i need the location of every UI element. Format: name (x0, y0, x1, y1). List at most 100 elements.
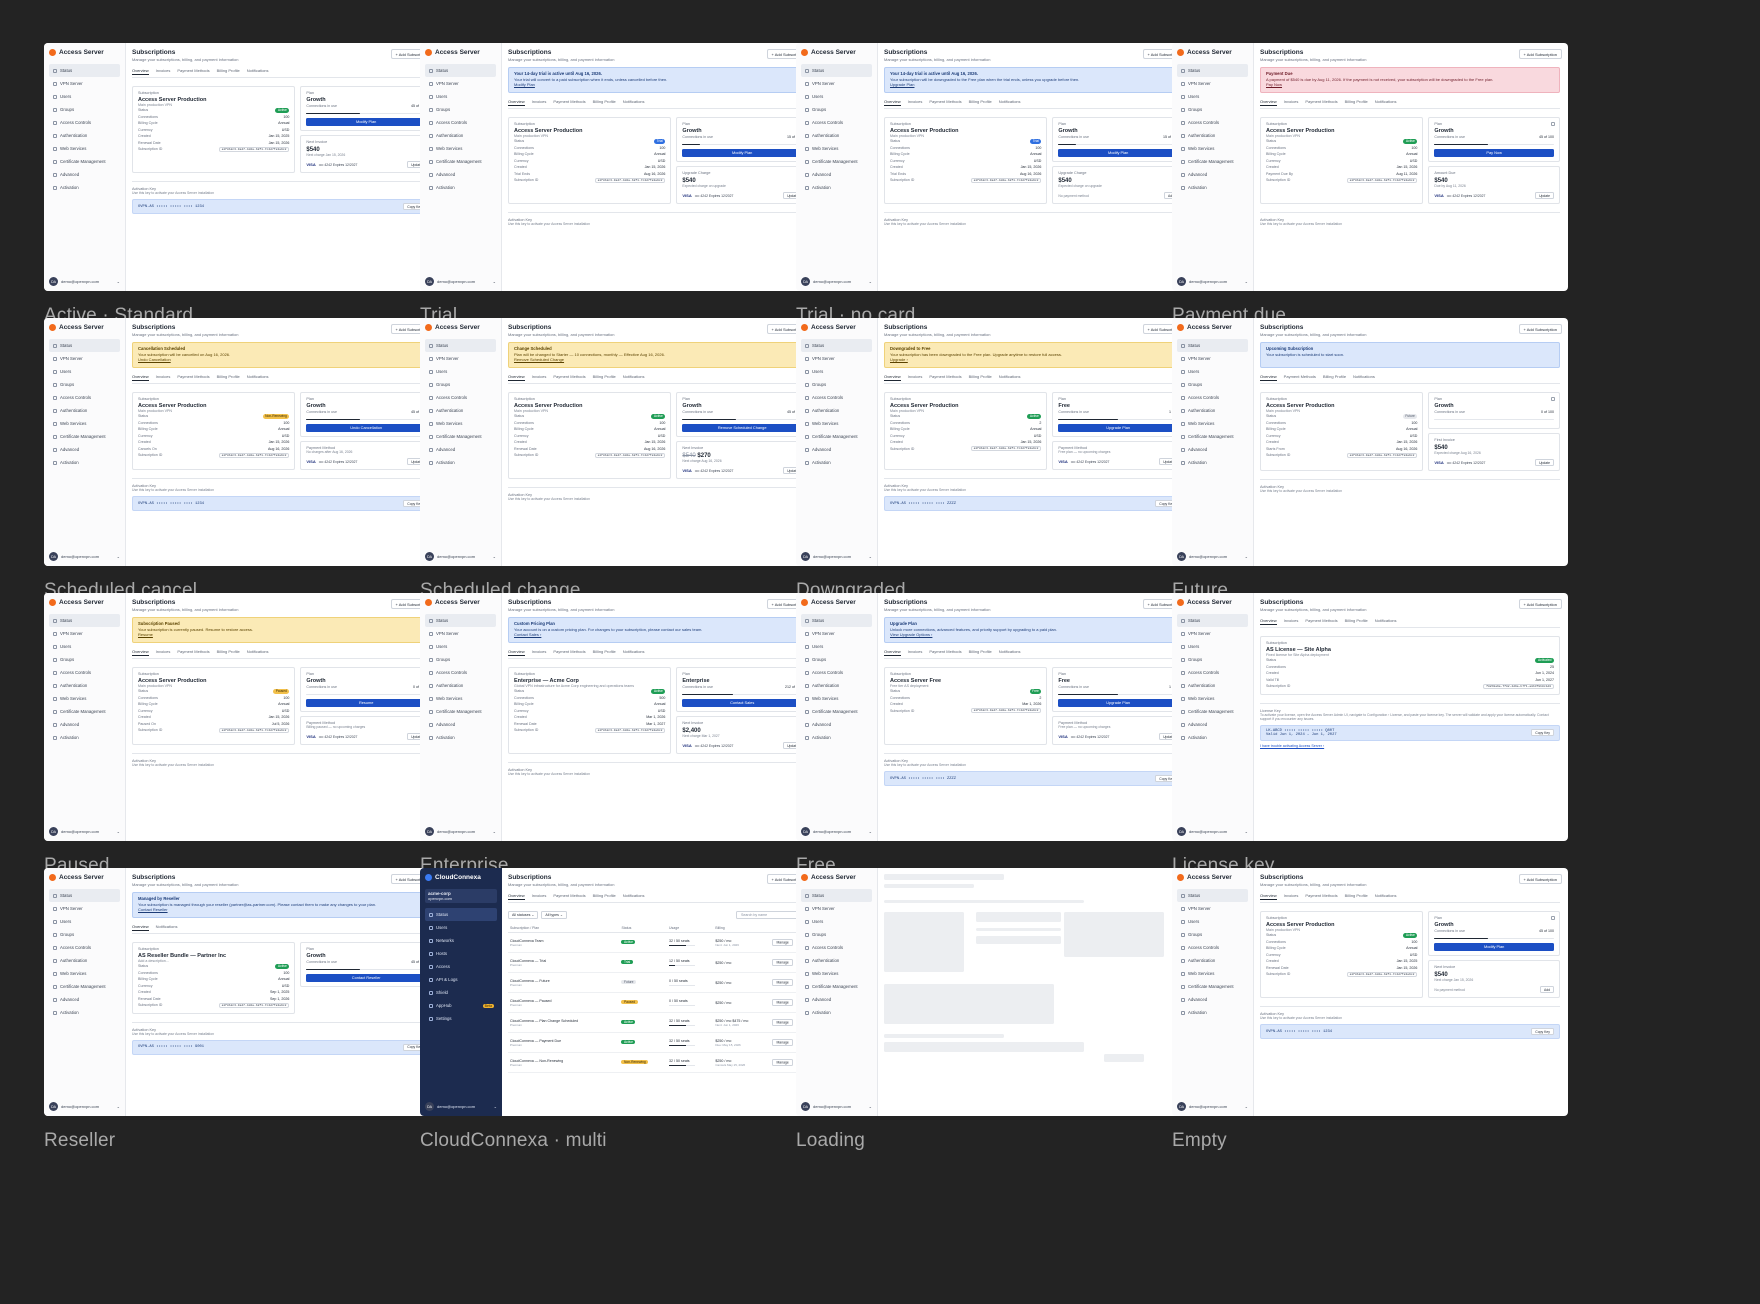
plan-action-button[interactable]: Modify Plan (1434, 943, 1554, 952)
sidebar-item[interactable]: VPN Server (49, 627, 120, 640)
sidebar-item[interactable]: Groups (425, 653, 496, 666)
tab-notifications[interactable]: Notifications (999, 99, 1021, 106)
sidebar-item[interactable]: Access Controls (49, 666, 120, 679)
tab-notifications[interactable]: Notifications (247, 374, 269, 381)
subscription-id[interactable]: a1f8b2c3-9a47-4d2a-b8f1-7c4d7fa3a9c2 (218, 146, 290, 152)
screenshot-card[interactable]: Access Server Status VPN Server Users Groups… (1172, 868, 1568, 1151)
settings-icon[interactable] (1551, 397, 1555, 401)
tab-payment-methods[interactable]: Payment Methods (177, 649, 209, 656)
table-row[interactable]: CloudConnexa — Future Premium Future 0 / 50… (508, 972, 808, 993)
tab-payment-methods[interactable]: Payment Methods (1284, 374, 1316, 381)
tab-notifications[interactable]: Notifications (247, 649, 269, 656)
tab-invoices[interactable]: Invoices (1284, 618, 1299, 625)
subscription-id[interactable]: a1f8b2c3-9a47-4d2a-b8f1-7c4d7fa3a9c2 (970, 446, 1042, 452)
screenshot-card[interactable]: Access Server Status VPN Server Users Groups… (44, 43, 440, 326)
plan-action-button[interactable]: Contact Sales (682, 699, 802, 708)
sidebar-item[interactable]: Users (1177, 640, 1248, 653)
sidebar-item[interactable]: Status (801, 64, 872, 77)
sidebar-item[interactable]: Advanced (801, 168, 872, 181)
user-menu[interactable]: DA demo@openvpn.com ⌄ (425, 1102, 497, 1111)
banner-link[interactable]: Upgrade Plan (890, 82, 914, 87)
sidebar-item[interactable]: Web Services (801, 142, 872, 155)
sidebar-item[interactable]: Access Controls (801, 666, 872, 679)
sidebar-item[interactable]: Authentication (1177, 679, 1248, 692)
sidebar-item[interactable]: Advanced (801, 718, 872, 731)
sidebar-item[interactable]: Web Services (49, 417, 120, 430)
sidebar-item[interactable]: Authentication (425, 679, 496, 692)
sidebar-item[interactable]: Activation (801, 731, 872, 744)
sidebar-item[interactable]: Hosts (425, 947, 497, 960)
sidebar-item[interactable]: Groups (801, 653, 872, 666)
subscription-id[interactable]: a1f8b2c3-9a47-4d2a-b8f1-7c4d7fa3a9c2 (218, 727, 290, 733)
sidebar-item[interactable]: Shield (425, 986, 497, 999)
subscription-id[interactable]: f82b9a9a-7f82-4d9a-b7f1-a8b3f8b0c1d0 (1483, 683, 1554, 689)
add-subscription-button[interactable]: + Add Subscription (1518, 599, 1562, 609)
manage-button[interactable]: Manage (772, 1039, 793, 1046)
plan-action-button[interactable]: Resume (306, 699, 426, 708)
trouble-link[interactable]: I have trouble activating Access Server … (1260, 744, 1560, 748)
sidebar-item[interactable]: Activation (1177, 731, 1248, 744)
sidebar-item[interactable]: Users (425, 921, 497, 934)
sidebar-item[interactable]: Access Controls (801, 391, 872, 404)
copy-key-button[interactable]: Copy Key (1531, 729, 1554, 736)
tab-overview[interactable]: Overview (1260, 374, 1277, 381)
sidebar-item[interactable]: Certificate Management (425, 155, 496, 168)
brand-logo[interactable]: Access Server (801, 874, 872, 881)
sidebar-item[interactable]: Advanced (1177, 168, 1248, 181)
user-menu[interactable]: DA demo@openvpn.com ⌄ (801, 827, 872, 836)
sidebar-item[interactable]: Users (425, 365, 496, 378)
tab-payment-methods[interactable]: Payment Methods (553, 649, 585, 656)
sidebar-item[interactable]: VPN Server (425, 627, 496, 640)
sidebar-item[interactable]: Authentication (801, 954, 872, 967)
brand-logo[interactable]: Access Server (425, 599, 496, 606)
copy-key-button[interactable]: Copy Key (1531, 1028, 1554, 1036)
brand-logo[interactable]: Access Server (49, 49, 120, 56)
sidebar-item[interactable]: Status (801, 614, 872, 627)
tab-payment-methods[interactable]: Payment Methods (929, 649, 961, 656)
add-subscription-button[interactable]: + Add Subscription (1518, 324, 1562, 334)
screenshot-card[interactable]: Access Server Status VPN Server Users Groups… (796, 318, 1192, 601)
tab-overview[interactable]: Overview (1260, 99, 1277, 106)
tab-notifications[interactable]: Notifications (623, 649, 645, 656)
sidebar-item[interactable]: Access Controls (1177, 941, 1248, 954)
tab-billing-profile[interactable]: Billing Profile (217, 68, 240, 75)
tab-notifications[interactable]: Notifications (1375, 618, 1397, 625)
tab-overview[interactable]: Overview (884, 374, 901, 381)
tab-notifications[interactable]: Notifications (1375, 99, 1397, 106)
sidebar-item[interactable]: Certificate Management (49, 430, 120, 443)
sidebar-item[interactable]: Users (49, 915, 120, 928)
plan-action-button[interactable]: Modify Plan (306, 118, 426, 127)
sidebar-item[interactable]: Groups (49, 928, 120, 941)
sidebar-item[interactable]: Groups (49, 103, 120, 116)
sidebar-item[interactable]: Users (49, 365, 120, 378)
tab-overview[interactable]: Overview (132, 924, 149, 931)
sidebar-item[interactable]: Web Services (801, 692, 872, 705)
tab-payment-methods[interactable]: Payment Methods (177, 374, 209, 381)
subscription-id[interactable]: a1f8b2c3-9a47-4d2a-b8f1-7c4d7fa3a9c2 (594, 177, 666, 183)
sidebar-item[interactable]: Groups (1177, 103, 1248, 116)
org-switcher[interactable]: acme-corp openvpn.com (425, 889, 497, 903)
subscription-id[interactable]: a1f8b2c3-9a47-4d2a-b8f1-7c4d7fa3a9c2 (1346, 971, 1418, 977)
user-menu[interactable]: DA demo@openvpn.com ⌄ (1177, 827, 1248, 836)
sidebar-item[interactable]: Groups (425, 378, 496, 391)
brand-logo[interactable]: Access Server (1177, 599, 1248, 606)
tab-invoices[interactable]: Invoices (532, 99, 547, 106)
tab-notifications[interactable]: Notifications (999, 374, 1021, 381)
subscription-id[interactable]: a1f8b2c3-9a47-4d2a-b8f1-7c4d7fa3a9c2 (218, 1002, 290, 1008)
sidebar-item[interactable]: Authentication (801, 129, 872, 142)
sidebar-item[interactable]: Activation (801, 181, 872, 194)
brand-logo[interactable]: Access Server (425, 324, 496, 331)
brand-logo[interactable]: Access Server (1177, 324, 1248, 331)
sidebar-item[interactable]: Status (425, 908, 497, 921)
banner-link[interactable]: Resume (138, 632, 153, 637)
tab-overview[interactable]: Overview (508, 374, 525, 381)
screenshot-card[interactable]: Access Server Status VPN Server Users Groups… (1172, 318, 1568, 601)
sidebar-item[interactable]: Web Services (425, 692, 496, 705)
sidebar-item[interactable]: Certificate Management (49, 155, 120, 168)
sidebar-item[interactable]: Access Controls (49, 941, 120, 954)
sidebar-item[interactable]: Authentication (49, 129, 120, 142)
tab-invoices[interactable]: Invoices (1284, 99, 1299, 106)
tab-overview[interactable]: Overview (508, 99, 525, 106)
sidebar-item[interactable]: Authentication (49, 404, 120, 417)
sidebar-item[interactable]: Status (425, 614, 496, 627)
